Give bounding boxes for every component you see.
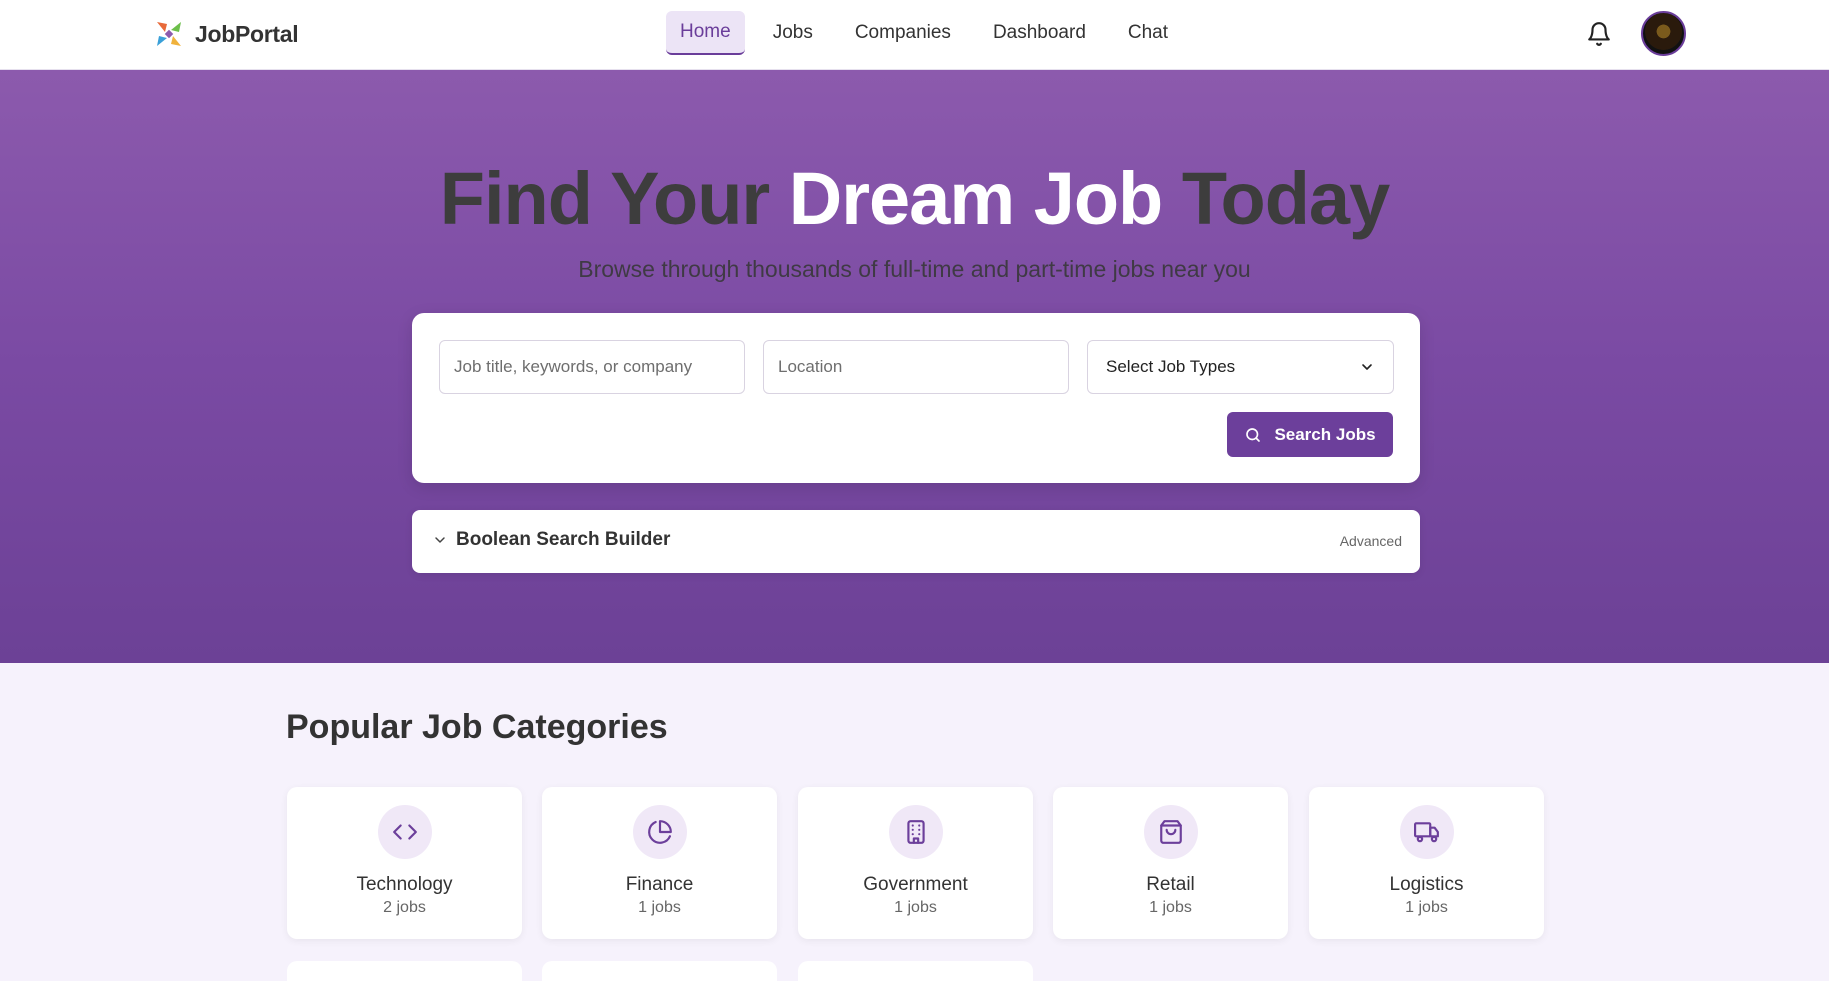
shopping-bag-icon: [1144, 805, 1198, 859]
category-count: 1 jobs: [1405, 899, 1448, 916]
search-jobs-button[interactable]: Search Jobs: [1227, 412, 1393, 457]
advanced-badge: Advanced: [1339, 533, 1402, 549]
category-card-partial[interactable]: [542, 961, 777, 981]
category-card-technology[interactable]: Technology 2 jobs: [287, 787, 522, 939]
nav-home[interactable]: Home: [666, 11, 745, 55]
search-icon: [1246, 427, 1261, 442]
location-input[interactable]: [763, 340, 1069, 394]
search-card: Select Job Types Search Jobs: [412, 313, 1420, 483]
category-count: 1 jobs: [638, 899, 681, 916]
hero-title-part3: Today: [1181, 157, 1390, 240]
code-icon: [378, 805, 432, 859]
main-nav: Home Jobs Companies Dashboard Chat: [666, 11, 1182, 55]
nav-dashboard[interactable]: Dashboard: [979, 11, 1100, 55]
category-card-finance[interactable]: Finance 1 jobs: [542, 787, 777, 939]
hero-section: Find Your Dream Job Today Browse through…: [0, 70, 1829, 663]
job-type-value: Select Job Types: [1106, 357, 1236, 376]
navbar: JobPortal Home Jobs Companies Dashboard …: [0, 0, 1829, 70]
category-card-logistics[interactable]: Logistics 1 jobs: [1309, 787, 1544, 939]
boolean-builder-label: Boolean Search Builder: [456, 529, 671, 550]
category-count: 1 jobs: [1149, 899, 1192, 916]
category-name: Logistics: [1389, 874, 1464, 895]
hero-subtitle: Browse through thousands of full-time an…: [578, 256, 1251, 282]
category-name: Government: [863, 874, 968, 895]
category-name: Retail: [1146, 874, 1195, 895]
category-count: 2 jobs: [383, 899, 426, 916]
hero-title-part2: Dream Job: [788, 157, 1163, 240]
category-card-partial[interactable]: [798, 961, 1033, 981]
brand[interactable]: JobPortal: [153, 18, 299, 50]
keyword-input[interactable]: [439, 340, 745, 394]
avatar[interactable]: [1641, 11, 1686, 56]
category-count: 1 jobs: [894, 899, 937, 916]
hero-title: Find Your Dream Job Today: [0, 156, 1829, 241]
category-card-partial[interactable]: [287, 961, 522, 981]
nav-companies[interactable]: Companies: [841, 11, 965, 55]
pie-chart-icon: [633, 805, 687, 859]
logo-icon: [157, 22, 181, 46]
bell-icon[interactable]: [1586, 21, 1612, 47]
brand-name: JobPortal: [195, 20, 299, 47]
job-type-select[interactable]: Select Job Types: [1087, 340, 1394, 394]
chevron-down-icon: [435, 537, 445, 543]
boolean-search-builder[interactable]: Boolean Search Builder Advanced: [412, 510, 1420, 573]
category-name: Technology: [356, 874, 453, 895]
truck-icon: [1400, 805, 1454, 859]
search-jobs-label: Search Jobs: [1274, 424, 1376, 444]
chevron-down-icon: [1362, 364, 1372, 370]
nav-chat[interactable]: Chat: [1114, 11, 1182, 55]
category-card-government[interactable]: Government 1 jobs: [798, 787, 1033, 939]
category-name: Finance: [625, 874, 694, 895]
building-icon: [889, 805, 943, 859]
categories-title: Popular Job Categories: [286, 708, 668, 746]
nav-jobs[interactable]: Jobs: [759, 11, 827, 55]
category-card-retail[interactable]: Retail 1 jobs: [1053, 787, 1288, 939]
hero-title-part1: Find Your: [439, 157, 770, 240]
